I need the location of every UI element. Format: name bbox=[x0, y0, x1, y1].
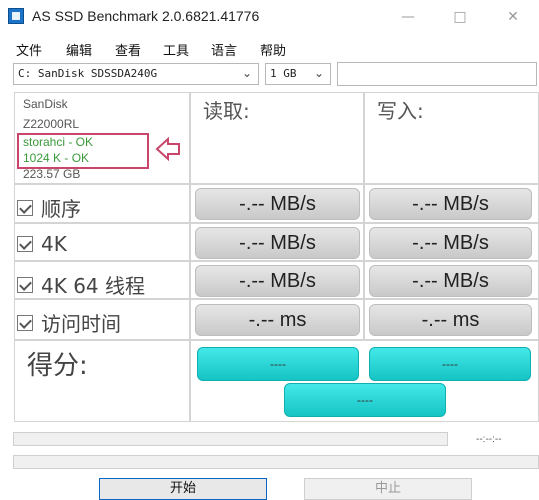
seq-read-result[interactable]: -.-- MB/s bbox=[195, 188, 360, 220]
score-panel: ---- ---- ---- bbox=[190, 340, 539, 422]
menu-language[interactable]: 语言 bbox=[211, 40, 237, 59]
score-read: ---- bbox=[197, 347, 359, 381]
start-button[interactable]: 开始 bbox=[99, 478, 267, 500]
score-write: ---- bbox=[369, 347, 531, 381]
row-access-text: 访问时间 bbox=[41, 312, 121, 336]
row-4k-label[interactable]: 4K bbox=[17, 232, 67, 256]
write-column-header: 写入: bbox=[364, 92, 539, 184]
title-bar: AS SSD Benchmark 2.0.6821.41776 — □ ✕ bbox=[0, 0, 539, 34]
score-total: ---- bbox=[284, 383, 446, 417]
row-seq-write-cell: -.-- MB/s bbox=[364, 184, 539, 223]
4k-read-result[interactable]: -.-- MB/s bbox=[195, 227, 360, 259]
checkbox-checked-icon[interactable] bbox=[17, 236, 33, 252]
access-write-result[interactable]: -.-- ms bbox=[369, 304, 532, 336]
window-title: AS SSD Benchmark 2.0.6821.41776 bbox=[32, 8, 260, 24]
maximize-button[interactable]: □ bbox=[437, 0, 483, 34]
menu-tools[interactable]: 工具 bbox=[163, 40, 189, 59]
chevron-down-icon: ⌄ bbox=[241, 66, 252, 80]
write-header-label: 写入: bbox=[377, 99, 424, 123]
row-access-read-cell: -.-- ms bbox=[190, 299, 364, 340]
drive-select-value: C: SanDisk SDSSDA240G bbox=[18, 67, 158, 80]
row-4k64-label[interactable]: 4K 64 线程 bbox=[17, 270, 145, 299]
row-4k64-read-cell: -.-- MB/s bbox=[190, 261, 364, 299]
secondary-progress-bar bbox=[13, 455, 539, 469]
row-4k64-text: 4K 64 线程 bbox=[41, 274, 146, 298]
annotation-box bbox=[17, 133, 149, 169]
drive-vendor: SanDisk bbox=[23, 97, 68, 111]
seq-write-result[interactable]: -.-- MB/s bbox=[369, 188, 532, 220]
benchmark-grid: SanDisk Z22000RL storahci - OK 1024 K - … bbox=[14, 92, 539, 428]
progress-bar bbox=[13, 432, 448, 446]
row-4k-write-cell: -.-- MB/s bbox=[364, 223, 539, 261]
4k64-read-result[interactable]: -.-- MB/s bbox=[195, 265, 360, 297]
drive-info-panel: SanDisk Z22000RL storahci - OK 1024 K - … bbox=[14, 92, 190, 184]
read-column-header: 读取: bbox=[190, 92, 364, 184]
size-select-value: 1 GB bbox=[270, 67, 297, 80]
menu-view[interactable]: 查看 bbox=[115, 40, 141, 59]
drive-firmware: Z22000RL bbox=[23, 117, 80, 131]
checkbox-checked-icon[interactable] bbox=[17, 199, 33, 216]
close-button[interactable]: ✕ bbox=[490, 0, 536, 34]
minimize-button[interactable]: — bbox=[385, 0, 431, 34]
score-label: 得分: bbox=[27, 351, 88, 381]
4k64-write-result[interactable]: -.-- MB/s bbox=[369, 265, 532, 297]
menu-edit[interactable]: 编辑 bbox=[66, 40, 92, 59]
stop-button[interactable]: 中止 bbox=[304, 478, 472, 500]
row-seq-label[interactable]: 顺序 bbox=[17, 193, 81, 222]
row-access-label-cell[interactable]: 访问时间 bbox=[14, 299, 190, 340]
left-arrow-annotation-icon bbox=[155, 137, 180, 161]
elapsed-time: --:--:-- bbox=[476, 434, 502, 445]
menu-file[interactable]: 文件 bbox=[16, 40, 42, 59]
drive-select[interactable]: C: SanDisk SDSSDA240G ⌄ bbox=[13, 63, 259, 85]
row-seq-text: 顺序 bbox=[41, 197, 81, 221]
row-4k64-write-cell: -.-- MB/s bbox=[364, 261, 539, 299]
row-4k64-label-cell[interactable]: 4K 64 线程 bbox=[14, 261, 190, 299]
row-4k-text: 4K bbox=[41, 232, 67, 256]
row-4k-label-cell[interactable]: 4K bbox=[14, 223, 190, 261]
drive-capacity: 223.57 GB bbox=[23, 167, 81, 181]
row-seq-read-cell: -.-- MB/s bbox=[190, 184, 364, 223]
chevron-down-icon: ⌄ bbox=[313, 66, 324, 80]
size-select[interactable]: 1 GB ⌄ bbox=[265, 63, 331, 85]
extra-input[interactable] bbox=[337, 62, 537, 86]
app-icon bbox=[8, 8, 24, 24]
menu-bar: 文件 编辑 查看 工具 语言 帮助 bbox=[0, 38, 539, 59]
access-read-result[interactable]: -.-- ms bbox=[195, 304, 360, 336]
menu-help[interactable]: 帮助 bbox=[260, 40, 286, 59]
row-access-label[interactable]: 访问时间 bbox=[17, 308, 121, 337]
read-header-label: 读取: bbox=[203, 99, 250, 123]
row-access-write-cell: -.-- ms bbox=[364, 299, 539, 340]
checkbox-checked-icon[interactable] bbox=[17, 314, 33, 331]
4k-write-result[interactable]: -.-- MB/s bbox=[369, 227, 532, 259]
row-seq-label-cell[interactable]: 顺序 bbox=[14, 184, 190, 223]
checkbox-checked-icon[interactable] bbox=[17, 276, 33, 293]
row-4k-read-cell: -.-- MB/s bbox=[190, 223, 364, 261]
score-label-cell: 得分: bbox=[14, 340, 190, 422]
